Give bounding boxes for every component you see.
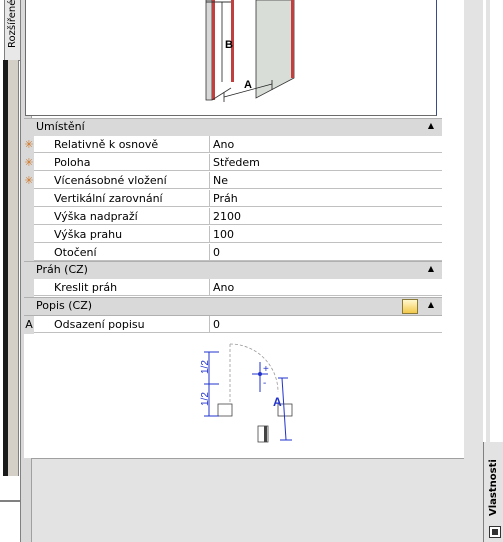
properties-icon [489, 526, 501, 538]
row-gutter [24, 279, 34, 297]
asterisk-icon: ✳ [24, 136, 34, 154]
prop-name: Kreslit práh [34, 279, 210, 296]
tab-vlastnosti[interactable]: Vlastnosti [483, 442, 503, 542]
prop-name: Odsazení popisu [34, 316, 210, 333]
collapse-up-icon[interactable]: ▲ [428, 121, 434, 130]
prop-value[interactable]: 2100 [210, 208, 442, 225]
row-gutter [24, 244, 34, 262]
row-gutter [24, 190, 34, 208]
prop-name: Poloha [34, 154, 210, 171]
prop-row-otoceni[interactable]: Otočení 0 [24, 244, 442, 262]
label-minus: - [263, 378, 266, 389]
left-bottom-area [0, 476, 20, 542]
prop-name: Výška prahu [34, 226, 210, 243]
prop-value[interactable]: 100 [210, 226, 442, 243]
tab-vlastnosti-label: Vlastnosti [488, 459, 499, 516]
prop-row-vyska-prahu[interactable]: Výška prahu 100 [24, 226, 442, 244]
left-bottom-divider [0, 500, 20, 502]
section-umisteni-title: Umístění [36, 120, 85, 133]
label-b: B [225, 39, 233, 51]
right-edge-bar [486, 0, 490, 442]
prop-value[interactable]: 0 [210, 244, 442, 261]
side-tab-rozsirene-label: Rozšířené [7, 0, 18, 49]
door-3d-diagram: B A [205, 0, 295, 102]
prop-name: Relativně k osnově [34, 136, 210, 153]
asterisk-icon: ✳ [24, 154, 34, 172]
prop-value[interactable]: Středem [210, 154, 442, 171]
section-popis[interactable]: Popis (CZ) ▲ [24, 297, 442, 316]
prop-row-odsazeni-popisu[interactable]: A Odsazení popisu 0 [24, 316, 442, 334]
section-umisteni[interactable]: Umístění ▲ [24, 118, 442, 137]
prop-row-poloha[interactable]: ✳ Poloha Středem [24, 154, 442, 172]
collapse-up-icon[interactable]: ▲ [428, 264, 434, 273]
prop-row-kreslit-prah[interactable]: Kreslit práh Ano [24, 279, 442, 297]
door-dimensions-image: B A [25, 0, 437, 116]
panel-right-margin [464, 0, 484, 542]
label-half-bottom: 1/2 [200, 392, 211, 406]
prop-row-vicenasobne[interactable]: ✳ Vícenásobné vložení Ne [24, 172, 442, 190]
left-panel-edge [8, 60, 19, 476]
row-gutter [24, 208, 34, 226]
section-popis-title: Popis (CZ) [36, 299, 93, 312]
prop-name: Vertikální zarovnání [34, 190, 210, 207]
asterisk-icon: ✳ [24, 172, 34, 190]
prop-value[interactable]: Ano [210, 136, 442, 153]
section-prah-title: Práh (CZ) [36, 263, 88, 276]
prop-value[interactable]: Ne [210, 172, 442, 189]
prop-row-vertikalni[interactable]: Vertikální zarovnání Práh [24, 190, 442, 208]
row-gutter [24, 226, 34, 244]
label-half-top: 1/2 [200, 360, 211, 374]
collapse-up-icon[interactable]: ▲ [428, 300, 434, 309]
prop-value[interactable]: 0 [210, 316, 442, 333]
label-a: A [273, 395, 282, 409]
label-offset-diagram: 1/2 1/2 + - A [200, 343, 293, 443]
section-prah[interactable]: Práh (CZ) ▲ [24, 261, 442, 280]
prop-value[interactable]: Ano [210, 279, 442, 296]
prop-row-vyska-nadprazi[interactable]: Výška nadpraží 2100 [24, 208, 442, 226]
prop-name: Vícenásobné vložení [34, 172, 210, 189]
prop-value[interactable]: Práh [210, 190, 442, 207]
prop-name: Otočení [34, 244, 210, 261]
quick-select-icon[interactable] [402, 299, 418, 314]
label-offset-image: 1/2 1/2 + - A [24, 334, 442, 458]
prop-name: Výška nadpraží [34, 208, 210, 225]
prop-row-relativne[interactable]: ✳ Relativně k osnově Ano [24, 136, 442, 154]
label-plus: + [263, 364, 269, 375]
annotation-a-icon: A [24, 316, 34, 334]
label-a: A [244, 79, 252, 91]
